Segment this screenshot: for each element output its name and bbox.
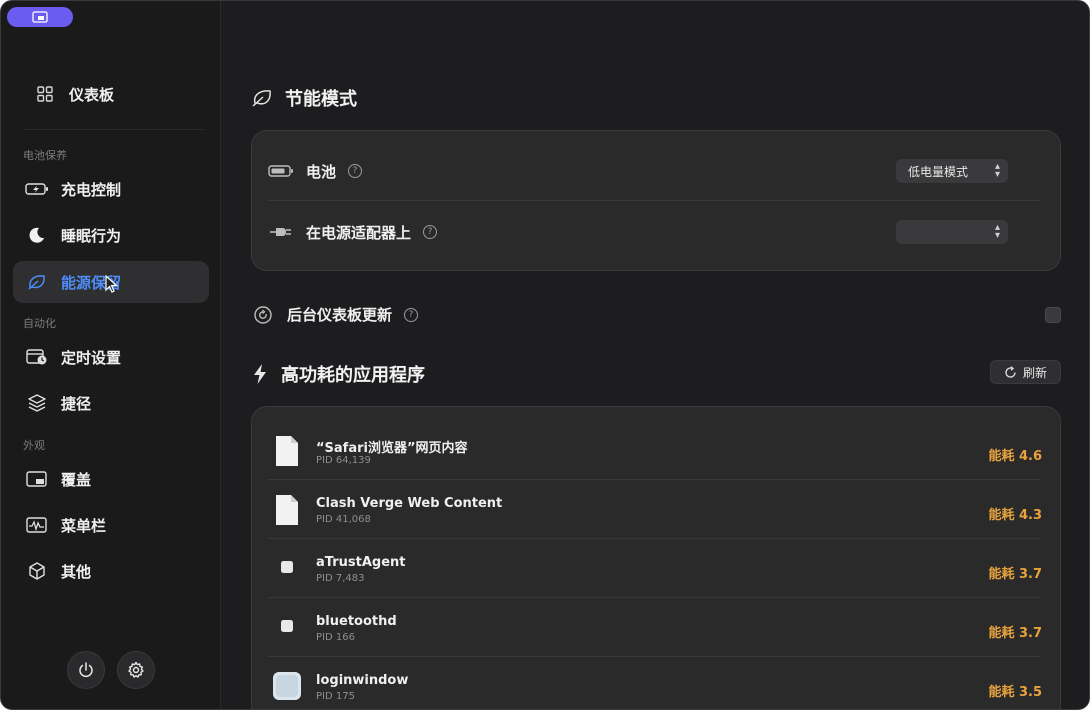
sidebar-item-label: 定时设置	[61, 348, 122, 367]
sidebar-item-menubar[interactable]: 菜单栏	[13, 504, 209, 546]
power-icon	[79, 662, 93, 678]
help-icon[interactable]: ?	[404, 307, 419, 322]
sidebar-item-label: 捷径	[61, 394, 92, 413]
sidebar: 仪表板 电池保养 充电控制 睡眠行为 能源保留 自动化 定时设置 捷径 外观 覆…	[1, 1, 221, 709]
moon-icon	[25, 223, 49, 247]
sidebar-divider	[23, 129, 205, 130]
sidebar-item-label: 睡眠行为	[61, 226, 122, 245]
settings-button[interactable]	[117, 651, 155, 689]
chevron-updown-icon: ▴ ▾	[994, 222, 1000, 241]
layers-icon	[25, 391, 49, 415]
calendar-clock-icon	[25, 345, 49, 369]
list-item[interactable]: loginwindow PID 175 能耗 3.5	[252, 657, 1060, 709]
sidebar-item-overlay[interactable]: 覆盖	[13, 458, 209, 500]
executable-icon	[281, 620, 293, 632]
gear-icon	[128, 661, 144, 678]
adapter-mode-select[interactable]: ▴ ▾	[896, 220, 1008, 244]
sidebar-item-energy[interactable]: 能源保留	[13, 261, 209, 303]
sidebar-item-label: 其他	[61, 562, 92, 581]
list-item[interactable]: aTrustAgent PID 7,483 能耗 3.7	[252, 539, 1060, 598]
help-icon[interactable]: ?	[348, 164, 363, 178]
refresh-label: 刷新	[1022, 365, 1047, 380]
waveform-icon	[25, 513, 49, 537]
energy-mode-header: 节能模式	[251, 85, 357, 111]
chevron-updown-icon: ▴ ▾	[994, 161, 1000, 180]
background-update-checkbox[interactable]	[1045, 307, 1061, 323]
app-energy-impact: 能耗 4.6	[988, 449, 1042, 464]
refresh-icon	[1004, 365, 1017, 379]
sidebar-item-dashboard[interactable]: 仪表板	[13, 73, 209, 115]
section-label-battery: 电池保养	[23, 149, 67, 162]
battery-row: 电池 ? 低电量模式 ▴ ▾	[252, 159, 1060, 183]
overlay-icon	[25, 467, 49, 491]
app-pid: PID 41,068	[316, 514, 371, 525]
section-label-appearance: 外观	[23, 439, 45, 452]
sidebar-item-charging[interactable]: 充电控制	[13, 168, 209, 210]
sidebar-item-label: 充电控制	[61, 180, 122, 199]
adapter-label: 在电源适配器上	[306, 223, 412, 242]
app-name: loginwindow	[316, 673, 409, 688]
battery-mode-value: 低电量模式	[908, 164, 969, 179]
app-pid: PID 7,483	[316, 573, 365, 584]
app-pid: PID 175	[316, 691, 355, 702]
app-name: aTrustAgent	[316, 555, 406, 570]
sidebar-item-label: 覆盖	[61, 470, 92, 489]
battery-icon	[268, 165, 293, 177]
list-item[interactable]: “Safari浏览器”网页内容 PID 64,139 能耗 4.6	[252, 421, 1060, 480]
list-item[interactable]: Clash Verge Web Content PID 41,068 能耗 4.…	[252, 480, 1060, 539]
app-pid: PID 166	[316, 632, 355, 643]
leaf-icon	[25, 270, 49, 294]
battery-charging-icon	[25, 177, 49, 201]
energy-mode-card: 电池 ? 低电量模式 ▴ ▾ 在电源适配器上 ? ▴ ▾	[251, 130, 1061, 271]
apps-list-card: “Safari浏览器”网页内容 PID 64,139 能耗 4.6 Clash …	[251, 406, 1061, 709]
app-energy-impact: 能耗 3.7	[988, 626, 1042, 641]
executable-icon	[281, 561, 293, 573]
mouse-cursor-icon	[105, 275, 119, 293]
high-energy-header: 高功耗的应用程序	[251, 361, 425, 387]
app-energy-impact: 能耗 4.3	[988, 508, 1042, 523]
cube-icon	[25, 559, 49, 583]
battery-label: 电池	[306, 162, 337, 181]
grid-icon	[33, 82, 57, 106]
sidebar-item-label: 菜单栏	[61, 516, 107, 535]
sidebar-item-label: 仪表板	[69, 85, 115, 104]
sidebar-item-sleep[interactable]: 睡眠行为	[13, 214, 209, 256]
app-switcher-pill[interactable]	[7, 7, 73, 27]
document-icon	[276, 495, 298, 525]
plug-icon	[270, 228, 291, 236]
background-update-label: 后台仪表板更新	[287, 306, 393, 324]
bolt-icon	[251, 363, 269, 385]
section-label-automation: 自动化	[23, 317, 56, 330]
refresh-circle-icon	[254, 305, 272, 324]
sidebar-item-shortcuts[interactable]: 捷径	[13, 382, 209, 424]
leaf-icon	[251, 88, 273, 108]
list-item[interactable]: bluetoothd PID 166 能耗 3.7	[252, 598, 1060, 657]
app-icon	[273, 672, 301, 700]
overlay-icon	[32, 11, 48, 23]
app-name: Clash Verge Web Content	[316, 496, 503, 511]
background-update-row: 后台仪表板更新 ?	[253, 304, 419, 325]
main-content: 节能模式 电池 ? 低电量模式 ▴ ▾ 在电源适配器上 ? ▴ ▾ 后台仪表板更…	[222, 1, 1089, 709]
row-divider	[268, 200, 1040, 201]
document-icon	[276, 436, 298, 466]
help-icon[interactable]: ?	[423, 225, 438, 239]
power-button[interactable]	[67, 651, 105, 689]
battery-mode-select[interactable]: 低电量模式 ▴ ▾	[896, 159, 1008, 183]
app-pid: PID 64,139	[316, 455, 371, 466]
app-energy-impact: 能耗 3.7	[988, 567, 1042, 582]
sidebar-item-other[interactable]: 其他	[13, 550, 209, 592]
app-name: “Safari浏览器”网页内容	[316, 441, 468, 456]
app-energy-impact: 能耗 3.5	[988, 685, 1042, 700]
app-name: bluetoothd	[316, 614, 397, 629]
page-title: 节能模式	[285, 89, 357, 110]
sidebar-item-schedule[interactable]: 定时设置	[13, 336, 209, 378]
high-energy-title: 高功耗的应用程序	[281, 365, 425, 386]
adapter-row: 在电源适配器上 ? ▴ ▾	[252, 220, 1060, 244]
app-window: 仪表板 电池保养 充电控制 睡眠行为 能源保留 自动化 定时设置 捷径 外观 覆…	[0, 0, 1090, 710]
refresh-button[interactable]: 刷新	[990, 360, 1061, 384]
